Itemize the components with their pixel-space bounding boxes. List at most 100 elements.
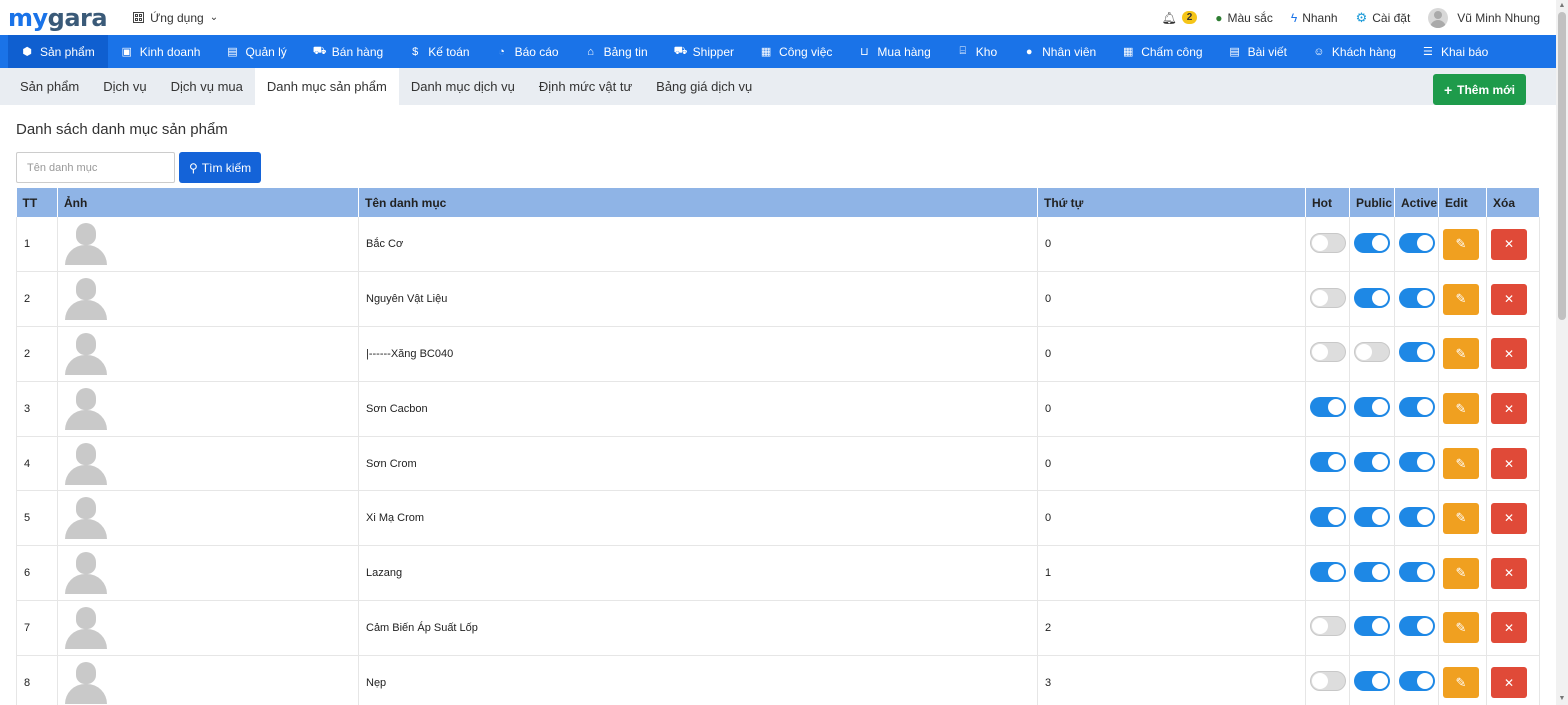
nav-item-3[interactable]: ▤ Quản lý	[213, 35, 299, 68]
toggle-knob	[1312, 289, 1328, 306]
subtab-7[interactable]: Bảng giá dịch vụ	[644, 68, 764, 105]
active-toggle[interactable]	[1399, 616, 1435, 637]
delete-button[interactable]: ✕	[1491, 448, 1527, 480]
nav-item-label: Quản lý	[245, 44, 287, 59]
scrollbar-thumb[interactable]	[1558, 12, 1566, 320]
public-toggle[interactable]	[1354, 616, 1390, 637]
subtab-4[interactable]: Danh mục sản phẩm	[254, 68, 399, 105]
delete-button[interactable]: ✕	[1491, 667, 1527, 699]
active-toggle[interactable]	[1399, 671, 1435, 692]
public-toggle[interactable]	[1354, 561, 1390, 582]
edit-button[interactable]: ✎	[1443, 228, 1479, 260]
scroll-down-icon[interactable]: ▼	[1558, 695, 1566, 703]
nav-item-14[interactable]: ▤ Bài viết	[1216, 35, 1300, 68]
search-input[interactable]	[16, 152, 175, 183]
edit-button[interactable]: ✎	[1443, 667, 1479, 699]
scroll-up-icon[interactable]: ▲	[1558, 2, 1566, 10]
delete-button[interactable]: ✕	[1491, 502, 1527, 534]
nav-item-7[interactable]: ⌂ Bảng tin	[572, 35, 661, 68]
row-category-name: |------Xăng BC040	[358, 326, 1038, 382]
subtab-5[interactable]: Danh mục dịch vụ	[399, 68, 527, 105]
nav-item-13[interactable]: ▦ Chấm công	[1109, 35, 1215, 68]
public-toggle[interactable]	[1354, 671, 1390, 692]
active-toggle[interactable]	[1399, 232, 1435, 253]
hot-toggle[interactable]	[1310, 616, 1346, 637]
public-toggle[interactable]	[1354, 232, 1390, 253]
nav-item-1[interactable]: ⬢ Sản phẩm	[8, 35, 108, 68]
row-delete-cell: ✕	[1486, 381, 1540, 437]
edit-button[interactable]: ✎	[1443, 448, 1479, 480]
toggle-knob	[1372, 289, 1388, 306]
column-header: Tên danh mục	[358, 188, 1038, 217]
user-menu[interactable]: Vũ Minh Nhung	[1428, 7, 1540, 28]
active-toggle[interactable]	[1399, 287, 1435, 308]
nav-item-6[interactable]: ◔ Báo cáo	[483, 35, 572, 68]
edit-button[interactable]: ✎	[1443, 502, 1479, 534]
hot-toggle[interactable]	[1310, 397, 1346, 418]
edit-button[interactable]: ✎	[1443, 393, 1479, 425]
nav-item-15[interactable]: ☺ Khách hàng	[1300, 35, 1409, 68]
search-button[interactable]: ⚲ Tìm kiếm	[179, 152, 262, 183]
notifications-button[interactable]: 🔔︎ 2	[1161, 11, 1198, 25]
subtab-2[interactable]: Dịch vụ	[91, 68, 158, 105]
public-toggle[interactable]	[1354, 287, 1390, 308]
delete-button[interactable]: ✕	[1491, 283, 1527, 315]
public-toggle[interactable]	[1354, 506, 1390, 527]
delete-button[interactable]: ✕	[1491, 338, 1527, 370]
delete-button[interactable]: ✕	[1491, 393, 1527, 425]
hot-toggle[interactable]	[1310, 452, 1346, 473]
toggle-knob	[1312, 344, 1328, 361]
active-toggle[interactable]	[1399, 397, 1435, 418]
nav-item-12[interactable]: ● Nhân viên	[1010, 35, 1109, 68]
public-toggle[interactable]	[1354, 397, 1390, 418]
close-icon: ✕	[1503, 566, 1515, 581]
hot-toggle[interactable]	[1310, 287, 1346, 308]
hot-toggle[interactable]	[1310, 561, 1346, 582]
nav-item-10[interactable]: ⊔ Mua hàng	[845, 35, 943, 68]
avatar	[1428, 7, 1449, 28]
hot-toggle[interactable]	[1310, 232, 1346, 253]
edit-button[interactable]: ✎	[1443, 612, 1479, 644]
subtab-6[interactable]: Định mức vật tư	[527, 68, 644, 105]
pencil-icon: ✎	[1455, 674, 1467, 690]
subtab-3[interactable]: Dịch vụ mua	[159, 68, 255, 105]
nav-item-16[interactable]: ☰ Khai báo	[1409, 35, 1501, 68]
apps-menu[interactable]: Ứng dụng ⌄	[133, 11, 218, 25]
hot-toggle[interactable]	[1310, 671, 1346, 692]
public-toggle[interactable]	[1354, 342, 1390, 363]
edit-button[interactable]: ✎	[1443, 283, 1479, 315]
nav-item-5[interactable]: $ Kế toán	[396, 35, 482, 68]
table-row: 3 Sơn Cacbon 0 ✎ ✕	[16, 381, 1540, 437]
nav-item-2[interactable]: ▣ Kinh doanh	[108, 35, 214, 68]
subtab-1[interactable]: Sản phẩm	[8, 68, 91, 105]
delete-button[interactable]: ✕	[1491, 612, 1527, 644]
close-icon: ✕	[1503, 511, 1515, 526]
quick-button[interactable]: ϟ Nhanh	[1291, 11, 1338, 25]
delete-button[interactable]: ✕	[1491, 557, 1527, 589]
active-toggle[interactable]	[1399, 342, 1435, 363]
row-order: 0	[1037, 490, 1306, 547]
nav-item-4[interactable]: ⛟ Bán hàng	[300, 35, 396, 68]
active-toggle[interactable]	[1399, 561, 1435, 582]
settings-button[interactable]: ⚙ Cài đặt	[1356, 10, 1411, 26]
delete-button[interactable]: ✕	[1491, 228, 1527, 260]
public-toggle[interactable]	[1354, 452, 1390, 473]
row-hot-cell	[1305, 217, 1350, 273]
mygara-logo[interactable]: mygara	[8, 6, 108, 30]
nav-item-9[interactable]: ▦ Công việc	[747, 35, 845, 68]
page-scrollbar[interactable]: ▲ ▼	[1556, 0, 1568, 705]
hot-toggle[interactable]	[1310, 506, 1346, 527]
row-active-cell	[1394, 436, 1439, 492]
edit-button[interactable]: ✎	[1443, 338, 1479, 370]
image-head	[76, 278, 96, 301]
edit-button[interactable]: ✎	[1443, 557, 1479, 589]
nav-item-8[interactable]: ⛟ Shipper	[661, 35, 747, 68]
active-toggle[interactable]	[1399, 452, 1435, 473]
nav-item-11[interactable]: ⌸ Kho	[944, 35, 1010, 68]
color-button[interactable]: ● Màu sắc	[1215, 11, 1273, 25]
hot-toggle[interactable]	[1310, 342, 1346, 363]
add-new-button[interactable]: + Thêm mới	[1432, 74, 1526, 105]
active-toggle[interactable]	[1399, 506, 1435, 527]
table-row: 1 Bắc Cơ 0 ✎ ✕	[16, 217, 1540, 273]
row-hot-cell	[1305, 490, 1350, 547]
